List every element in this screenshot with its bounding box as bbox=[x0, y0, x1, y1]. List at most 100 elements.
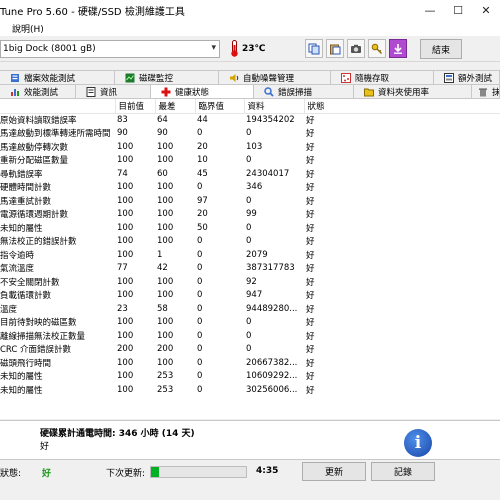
current-value: 100 bbox=[117, 195, 134, 206]
tab-health[interactable]: 健康狀態 bbox=[151, 84, 254, 98]
current-value: 100 bbox=[117, 222, 134, 233]
table-row[interactable]: 未知的屬性 100 253 0 10609292... 好 bbox=[0, 370, 500, 384]
table-row[interactable]: 馬達重試計數 100 100 97 0 好 bbox=[0, 194, 500, 208]
tab-noise-management[interactable]: 自動噪聲管理 bbox=[219, 70, 331, 84]
file-benchmark-icon bbox=[10, 73, 20, 83]
worst-value: 253 bbox=[157, 384, 174, 395]
table-row[interactable]: 指令逾時 100 1 0 2079 好 bbox=[0, 248, 500, 262]
table-row[interactable]: 溫度 23 58 0 94489280... 好 bbox=[0, 302, 500, 316]
threshold-value: 50 bbox=[197, 222, 208, 233]
current-value: 77 bbox=[117, 263, 128, 274]
column-header-data[interactable]: 資料 bbox=[244, 99, 305, 114]
chevron-down-icon: ▾ bbox=[211, 43, 216, 53]
table-row[interactable]: 氣流溫度 77 42 0 387317783 好 bbox=[0, 262, 500, 276]
threshold-value: 20 bbox=[197, 209, 208, 220]
raw-data: 30256006... bbox=[246, 384, 298, 395]
raw-data: 2079 bbox=[246, 249, 268, 260]
tab-folder-usage[interactable]: 資料夾使用率 bbox=[354, 84, 472, 98]
attribute-name: 原始資料讀取錯誤率 bbox=[0, 116, 77, 126]
worst-value: 100 bbox=[157, 236, 174, 247]
status-value: 好 bbox=[306, 291, 315, 302]
current-value: 200 bbox=[117, 344, 134, 355]
worst-value: 90 bbox=[157, 128, 168, 139]
column-header-worst[interactable]: 最差 bbox=[155, 99, 196, 114]
update-button[interactable]: 更新 bbox=[302, 462, 366, 481]
update-countdown: 4:35 bbox=[256, 466, 279, 476]
current-value: 100 bbox=[117, 236, 134, 247]
tab-random-access[interactable]: 隨機存取 bbox=[331, 70, 434, 84]
minimize-button[interactable]: — bbox=[416, 0, 444, 20]
menu-help[interactable]: 說明(H) bbox=[8, 22, 48, 35]
current-value: 83 bbox=[117, 115, 128, 125]
table-row[interactable]: 目前待對映的磁區數 100 100 0 0 好 bbox=[0, 316, 500, 330]
table-row[interactable]: 未知的屬性 100 253 0 30256006... 好 bbox=[0, 383, 500, 397]
worst-value: 253 bbox=[157, 371, 174, 382]
attribute-name: 指令逾時 bbox=[0, 250, 35, 261]
extra-tests-icon bbox=[444, 72, 454, 83]
table-row[interactable]: 離線掃描無法校正數量 100 100 0 0 好 bbox=[0, 329, 500, 343]
table-row[interactable]: 不安全關閉計數 100 100 0 92 好 bbox=[0, 275, 500, 289]
tab-info[interactable]: 資訊 bbox=[76, 84, 151, 98]
table-row[interactable]: 電源循環週期計數 100 100 20 99 好 bbox=[0, 208, 500, 222]
attribute-name: 不安全關閉計數 bbox=[0, 277, 60, 288]
raw-data: 194354202 bbox=[246, 115, 295, 125]
camera-icon[interactable] bbox=[347, 39, 365, 58]
table-row[interactable]: 馬達啟動停轉次數 100 100 20 103 好 bbox=[0, 140, 500, 154]
raw-data: 387317783 bbox=[246, 263, 295, 274]
tab-extra-tests[interactable]: 額外測試 bbox=[434, 70, 500, 84]
info-tab-icon bbox=[86, 86, 96, 97]
maximize-button[interactable]: ☐ bbox=[444, 0, 472, 20]
current-value: 100 bbox=[117, 249, 134, 260]
disk-monitor-icon bbox=[125, 73, 135, 83]
threshold-value: 0 bbox=[197, 384, 203, 395]
threshold-value: 0 bbox=[197, 357, 203, 368]
tab-file-benchmark[interactable]: 檔案效能測試 bbox=[0, 70, 115, 84]
table-row[interactable]: 磁頭飛行時間 100 100 0 20667382... 好 bbox=[0, 356, 500, 370]
thermometer-icon bbox=[231, 40, 238, 57]
column-header-threshold[interactable]: 臨界值 bbox=[195, 99, 245, 114]
table-row[interactable]: 硬體時間計數 100 100 0 346 好 bbox=[0, 181, 500, 195]
status-value: 好 bbox=[306, 264, 315, 275]
exit-button[interactable]: 結束 bbox=[420, 39, 462, 59]
log-button[interactable]: 記錄 bbox=[371, 462, 435, 481]
table-row[interactable]: 無法校正的錯誤計數 100 100 0 0 好 bbox=[0, 235, 500, 249]
attribute-name: 未知的屬性 bbox=[0, 385, 43, 396]
status-value: 好 bbox=[306, 196, 315, 207]
table-row[interactable]: CRC 介面錯誤計數 200 200 0 0 好 bbox=[0, 343, 500, 357]
table-row[interactable]: 尋軌錯誤率 74 60 45 24304017 好 bbox=[0, 167, 500, 181]
menu-bar: 說明(H) bbox=[0, 20, 500, 36]
tab-disk-monitor[interactable]: 磁碟監控 bbox=[115, 70, 219, 84]
health-icon bbox=[161, 87, 171, 97]
status-value: 好 bbox=[306, 156, 315, 167]
table-row[interactable]: 重新分配磁區數量 100 100 10 0 好 bbox=[0, 154, 500, 168]
table-row[interactable]: 未知的屬性 100 100 50 0 好 bbox=[0, 221, 500, 235]
table-row[interactable]: 負載循環計數 100 100 0 947 好 bbox=[0, 289, 500, 303]
attribute-name: 無法校正的錯誤計數 bbox=[0, 237, 77, 248]
drive-select[interactable]: 1big Dock (8001 gB) ▾ bbox=[0, 40, 220, 58]
attribute-name: 尋軌錯誤率 bbox=[0, 169, 43, 180]
update-progress-fill bbox=[151, 467, 159, 477]
current-value: 100 bbox=[117, 317, 134, 328]
error-scan-icon bbox=[264, 86, 274, 97]
tab-erase[interactable]: 抹除 bbox=[472, 84, 500, 98]
tab-row-bottom: 效能測試 資訊 健康狀態 錯誤掃描 資料夾使用率 抹除 bbox=[0, 84, 500, 98]
worst-value: 64 bbox=[157, 115, 168, 125]
download-icon[interactable] bbox=[389, 39, 407, 58]
worst-value: 200 bbox=[157, 344, 174, 355]
column-header-status[interactable]: 狀態 bbox=[304, 99, 500, 114]
column-header-current[interactable]: 目前值 bbox=[115, 99, 156, 114]
status-value: 好 bbox=[306, 331, 315, 342]
table-row[interactable]: 原始資料讀取錯誤率 83 64 44 194354202 好 bbox=[0, 113, 500, 127]
key-icon[interactable] bbox=[368, 39, 386, 58]
status-value: 好 bbox=[306, 237, 315, 248]
table-row[interactable]: 馬達啟動到標準轉速所需時間 90 90 0 0 好 bbox=[0, 127, 500, 141]
worst-value: 100 bbox=[157, 195, 174, 206]
tab-error-scan[interactable]: 錯誤掃描 bbox=[254, 84, 354, 98]
column-header-attribute[interactable] bbox=[0, 99, 116, 114]
close-button[interactable]: ✕ bbox=[472, 0, 500, 20]
paste-icon[interactable] bbox=[326, 39, 344, 58]
health-label: 狀態: bbox=[0, 469, 22, 479]
info-icon[interactable]: i bbox=[404, 429, 432, 457]
copy-icon[interactable] bbox=[305, 39, 323, 58]
tab-benchmark[interactable]: 效能測試 bbox=[0, 84, 76, 98]
